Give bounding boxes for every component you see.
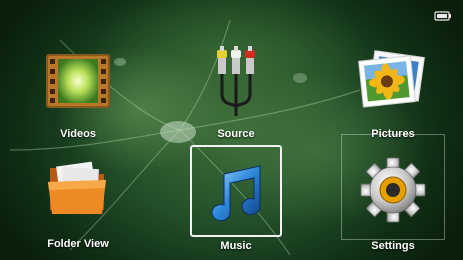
film-strip-icon bbox=[46, 54, 110, 108]
photo-flower-icon bbox=[358, 50, 425, 108]
menu-item-settings[interactable]: Settings bbox=[347, 148, 439, 258]
menu-item-source[interactable]: Source bbox=[190, 36, 282, 146]
menu-item-pictures[interactable]: Pictures bbox=[347, 36, 439, 146]
menu-item-folder-view[interactable]: Folder View bbox=[32, 148, 124, 258]
menu-label-settings: Settings bbox=[371, 240, 415, 252]
menu-label-videos: Videos bbox=[60, 128, 96, 140]
battery-icon bbox=[434, 11, 451, 21]
menu-label-source: Source bbox=[217, 128, 255, 140]
menu-label-music: Music bbox=[220, 240, 252, 252]
home-screen: Videos Source Pictures Folder View Music… bbox=[0, 0, 463, 260]
menu-item-music[interactable]: Music bbox=[190, 148, 282, 258]
menu-label-folder-view: Folder View bbox=[47, 238, 109, 250]
av-cable-icon bbox=[217, 46, 255, 116]
gear-icon bbox=[360, 157, 426, 223]
folder-icon bbox=[48, 161, 106, 214]
music-note-icon bbox=[211, 165, 261, 222]
menu-item-videos[interactable]: Videos bbox=[32, 36, 124, 146]
